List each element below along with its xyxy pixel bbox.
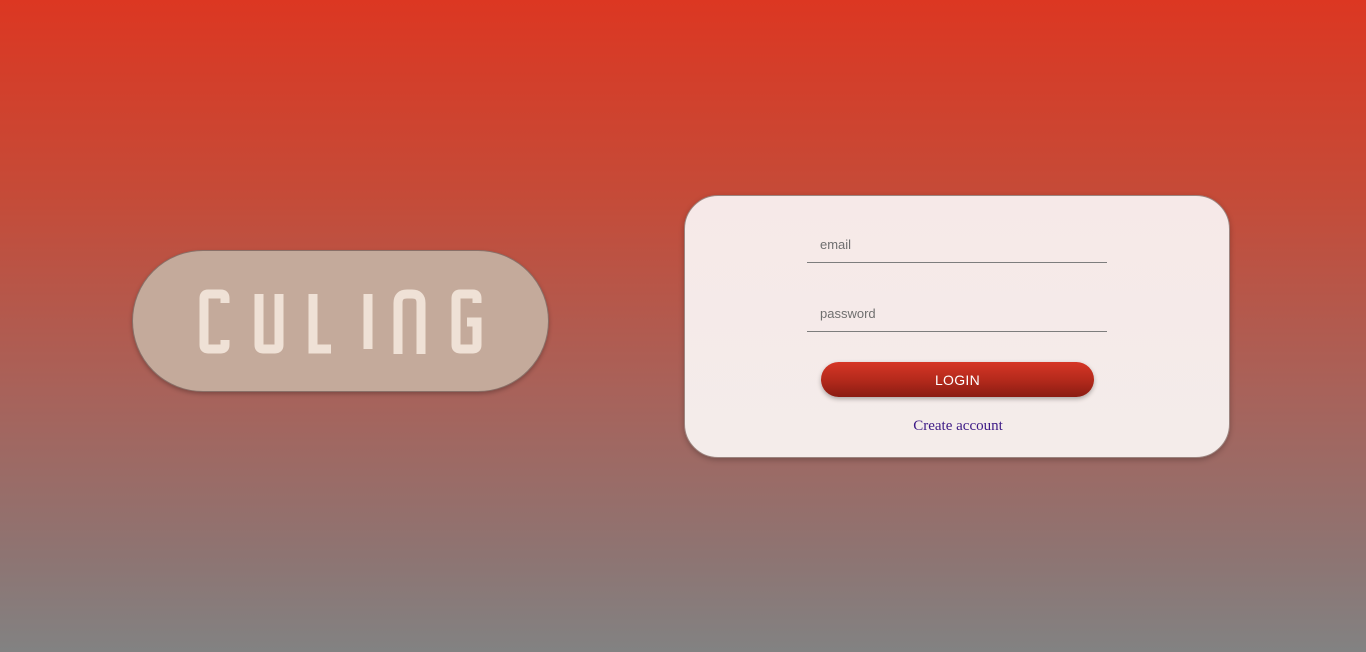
password-input[interactable] <box>807 296 1107 331</box>
login-card: LOGIN Create account <box>684 195 1230 458</box>
password-field[interactable] <box>807 296 1107 332</box>
login-button[interactable]: LOGIN <box>821 362 1094 397</box>
create-account-link[interactable]: Create account <box>685 418 1231 435</box>
logo-container <box>132 250 549 392</box>
email-field[interactable] <box>807 227 1107 263</box>
email-input[interactable] <box>807 227 1107 262</box>
culing-logo <box>199 289 482 354</box>
